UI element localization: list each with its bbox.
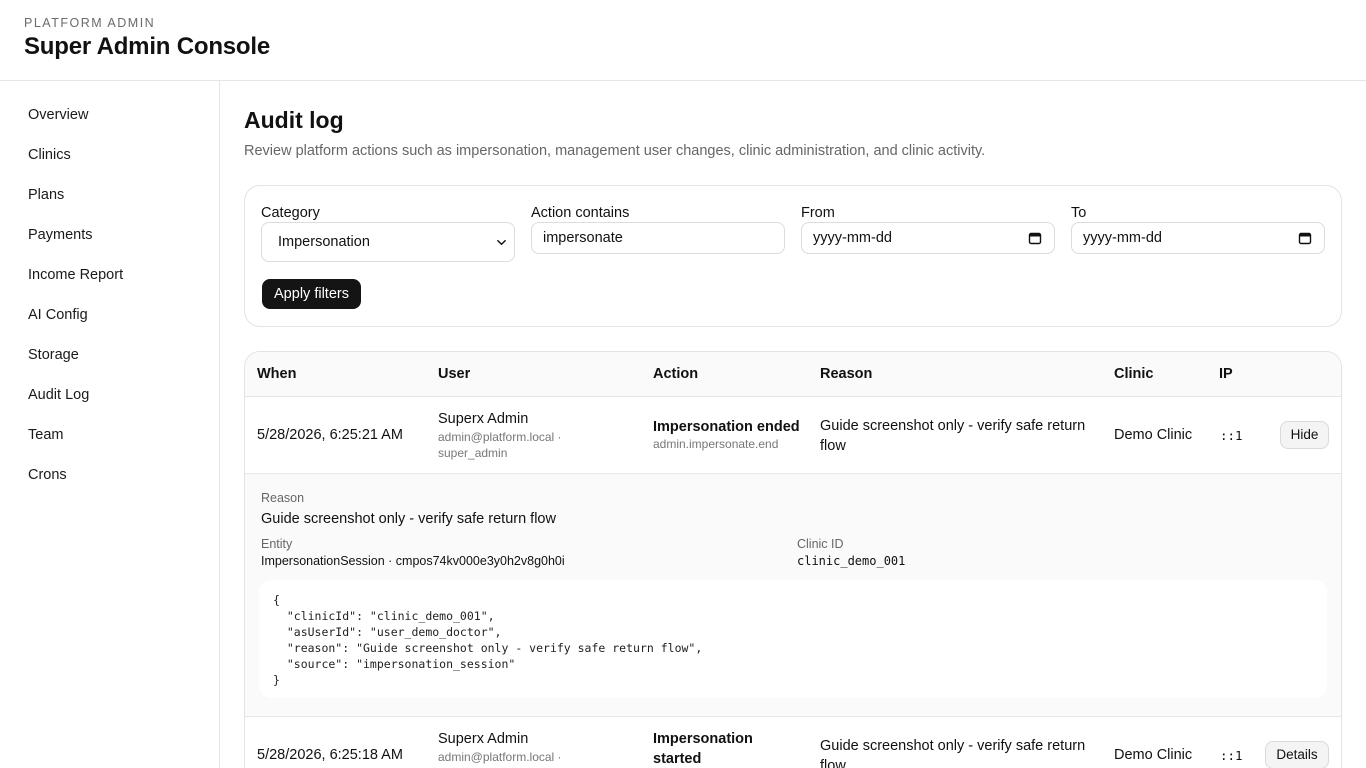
reason-line-1: Guide screenshot only - verify safe retu… — [820, 418, 1086, 434]
detail-entity-value: ImpersonationSession · cmpos74kv000e3y0h… — [261, 554, 565, 568]
app-title: Super Admin Console — [24, 33, 270, 60]
filter-panel: Category Impersonation Action contains i… — [244, 185, 1342, 327]
user-name: Superx Admin — [438, 411, 529, 427]
row-user: Superx Admin admin@platform.local · supe… — [438, 411, 562, 461]
sidebar-item-crons[interactable]: Crons — [16, 459, 204, 491]
to-date-placeholder: yyyy-mm-dd — [1083, 230, 1162, 246]
category-label: Category — [261, 205, 320, 221]
sidebar-item-overview[interactable]: Overview — [16, 99, 204, 131]
row-ip: ::1 — [1220, 748, 1243, 763]
to-label: To — [1071, 205, 1087, 221]
row-reason: Guide screenshot only - verify safe retu… — [820, 736, 1085, 768]
column-header-clinic: Clinic — [1114, 366, 1154, 382]
row-action: Impersonation ended admin.impersonate.en… — [653, 419, 800, 452]
row-action: Impersonation started — [653, 729, 753, 768]
row-detail-panel: Reason Guide screenshot only - verify sa… — [245, 474, 1341, 717]
sidebar-item-plans[interactable]: Plans — [16, 179, 204, 211]
sidebar-item-audit-log[interactable]: Audit Log — [16, 379, 204, 411]
from-date-placeholder: yyyy-mm-dd — [813, 230, 892, 246]
category-value: Impersonation — [278, 234, 370, 250]
reason-line-2: flow — [820, 758, 846, 768]
row-user: Superx Admin admin@platform.local · — [438, 731, 562, 765]
json-line: "asUserId": "user_demo_doctor", — [273, 625, 502, 639]
from-date-input[interactable]: yyyy-mm-dd — [801, 222, 1055, 254]
detail-entity-label: Entity — [261, 537, 293, 551]
json-line: "clinicId": "clinic_demo_001", — [273, 609, 495, 623]
reason-line-1: Guide screenshot only - verify safe retu… — [820, 738, 1086, 754]
json-line: { — [273, 593, 280, 607]
page-description: Review platform actions such as imperson… — [244, 143, 986, 159]
category-select[interactable]: Impersonation — [261, 222, 515, 262]
action-title-line-1: Impersonation — [653, 731, 753, 747]
user-email: admin@platform.local · — [438, 750, 562, 764]
action-title-line-2: started — [653, 751, 702, 767]
column-header-action: Action — [653, 366, 699, 382]
table-header: When User Action Reason Clinic IP — [245, 352, 1341, 397]
sidebar-item-clinics[interactable]: Clinics — [16, 139, 204, 171]
row-clinic: Demo Clinic — [1114, 427, 1193, 443]
calendar-icon[interactable] — [1028, 231, 1042, 245]
row-ip: ::1 — [1220, 428, 1243, 443]
column-header-when: When — [257, 366, 297, 382]
apply-filters-button[interactable]: Apply filters — [262, 279, 361, 309]
action-code: admin.impersonate.end — [653, 437, 779, 451]
column-header-reason: Reason — [820, 366, 873, 382]
sidebar-item-team[interactable]: Team — [16, 419, 204, 451]
user-role: super_admin — [438, 446, 508, 460]
table-row: 5/28/2026, 6:25:21 AM Superx Admin admin… — [245, 397, 1341, 474]
main-content: Audit log Review platform actions such a… — [244, 81, 1342, 768]
user-email: admin@platform.local · — [438, 430, 562, 444]
sidebar-item-storage[interactable]: Storage — [16, 339, 204, 371]
table-row: 5/28/2026, 6:25:18 AM Superx Admin admin… — [245, 717, 1341, 768]
top-bar: PLATFORM ADMIN Super Admin Console — [0, 0, 1366, 81]
detail-reason-label: Reason — [261, 491, 305, 505]
column-header-user: User — [438, 366, 471, 382]
details-button[interactable]: Details — [1265, 741, 1329, 768]
row-when: 5/28/2026, 6:25:18 AM — [257, 747, 403, 763]
platform-eyebrow: PLATFORM ADMIN — [24, 16, 156, 30]
json-line: "source": "impersonation_session" — [273, 657, 516, 671]
row-clinic: Demo Clinic — [1114, 747, 1193, 763]
sidebar-item-ai-config[interactable]: AI Config — [16, 299, 204, 331]
sidebar-item-payments[interactable]: Payments — [16, 219, 204, 251]
row-when: 5/28/2026, 6:25:21 AM — [257, 427, 403, 443]
to-date-input[interactable]: yyyy-mm-dd — [1071, 222, 1325, 254]
user-name: Superx Admin — [438, 731, 529, 747]
json-line: "reason": "Guide screenshot only - verif… — [273, 641, 703, 655]
calendar-icon[interactable] — [1298, 231, 1312, 245]
sidebar-item-income-report[interactable]: Income Report — [16, 259, 204, 291]
detail-clinic-id-label: Clinic ID — [797, 537, 844, 551]
hide-details-button[interactable]: Hide — [1280, 421, 1329, 449]
page-title: Audit log — [244, 107, 344, 133]
audit-log-table: When User Action Reason Clinic IP 5/28/2… — [244, 351, 1342, 768]
json-line: } — [273, 673, 280, 687]
action-contains-label: Action contains — [531, 205, 630, 221]
action-title: Impersonation ended — [653, 419, 800, 435]
row-reason: Guide screenshot only - verify safe retu… — [820, 416, 1085, 456]
metadata-json-block: { "clinicId": "clinic_demo_001", "asUser… — [259, 580, 1327, 698]
detail-clinic-id-value: clinic_demo_001 — [797, 554, 906, 568]
detail-reason-value: Guide screenshot only - verify safe retu… — [261, 511, 556, 527]
action-contains-input[interactable]: impersonate — [531, 222, 785, 254]
chevron-down-icon — [497, 239, 506, 246]
sidebar: Overview Clinics Plans Payments Income R… — [0, 81, 220, 768]
column-header-ip: IP — [1219, 366, 1233, 382]
from-label: From — [801, 205, 835, 221]
reason-line-2: flow — [820, 438, 846, 454]
